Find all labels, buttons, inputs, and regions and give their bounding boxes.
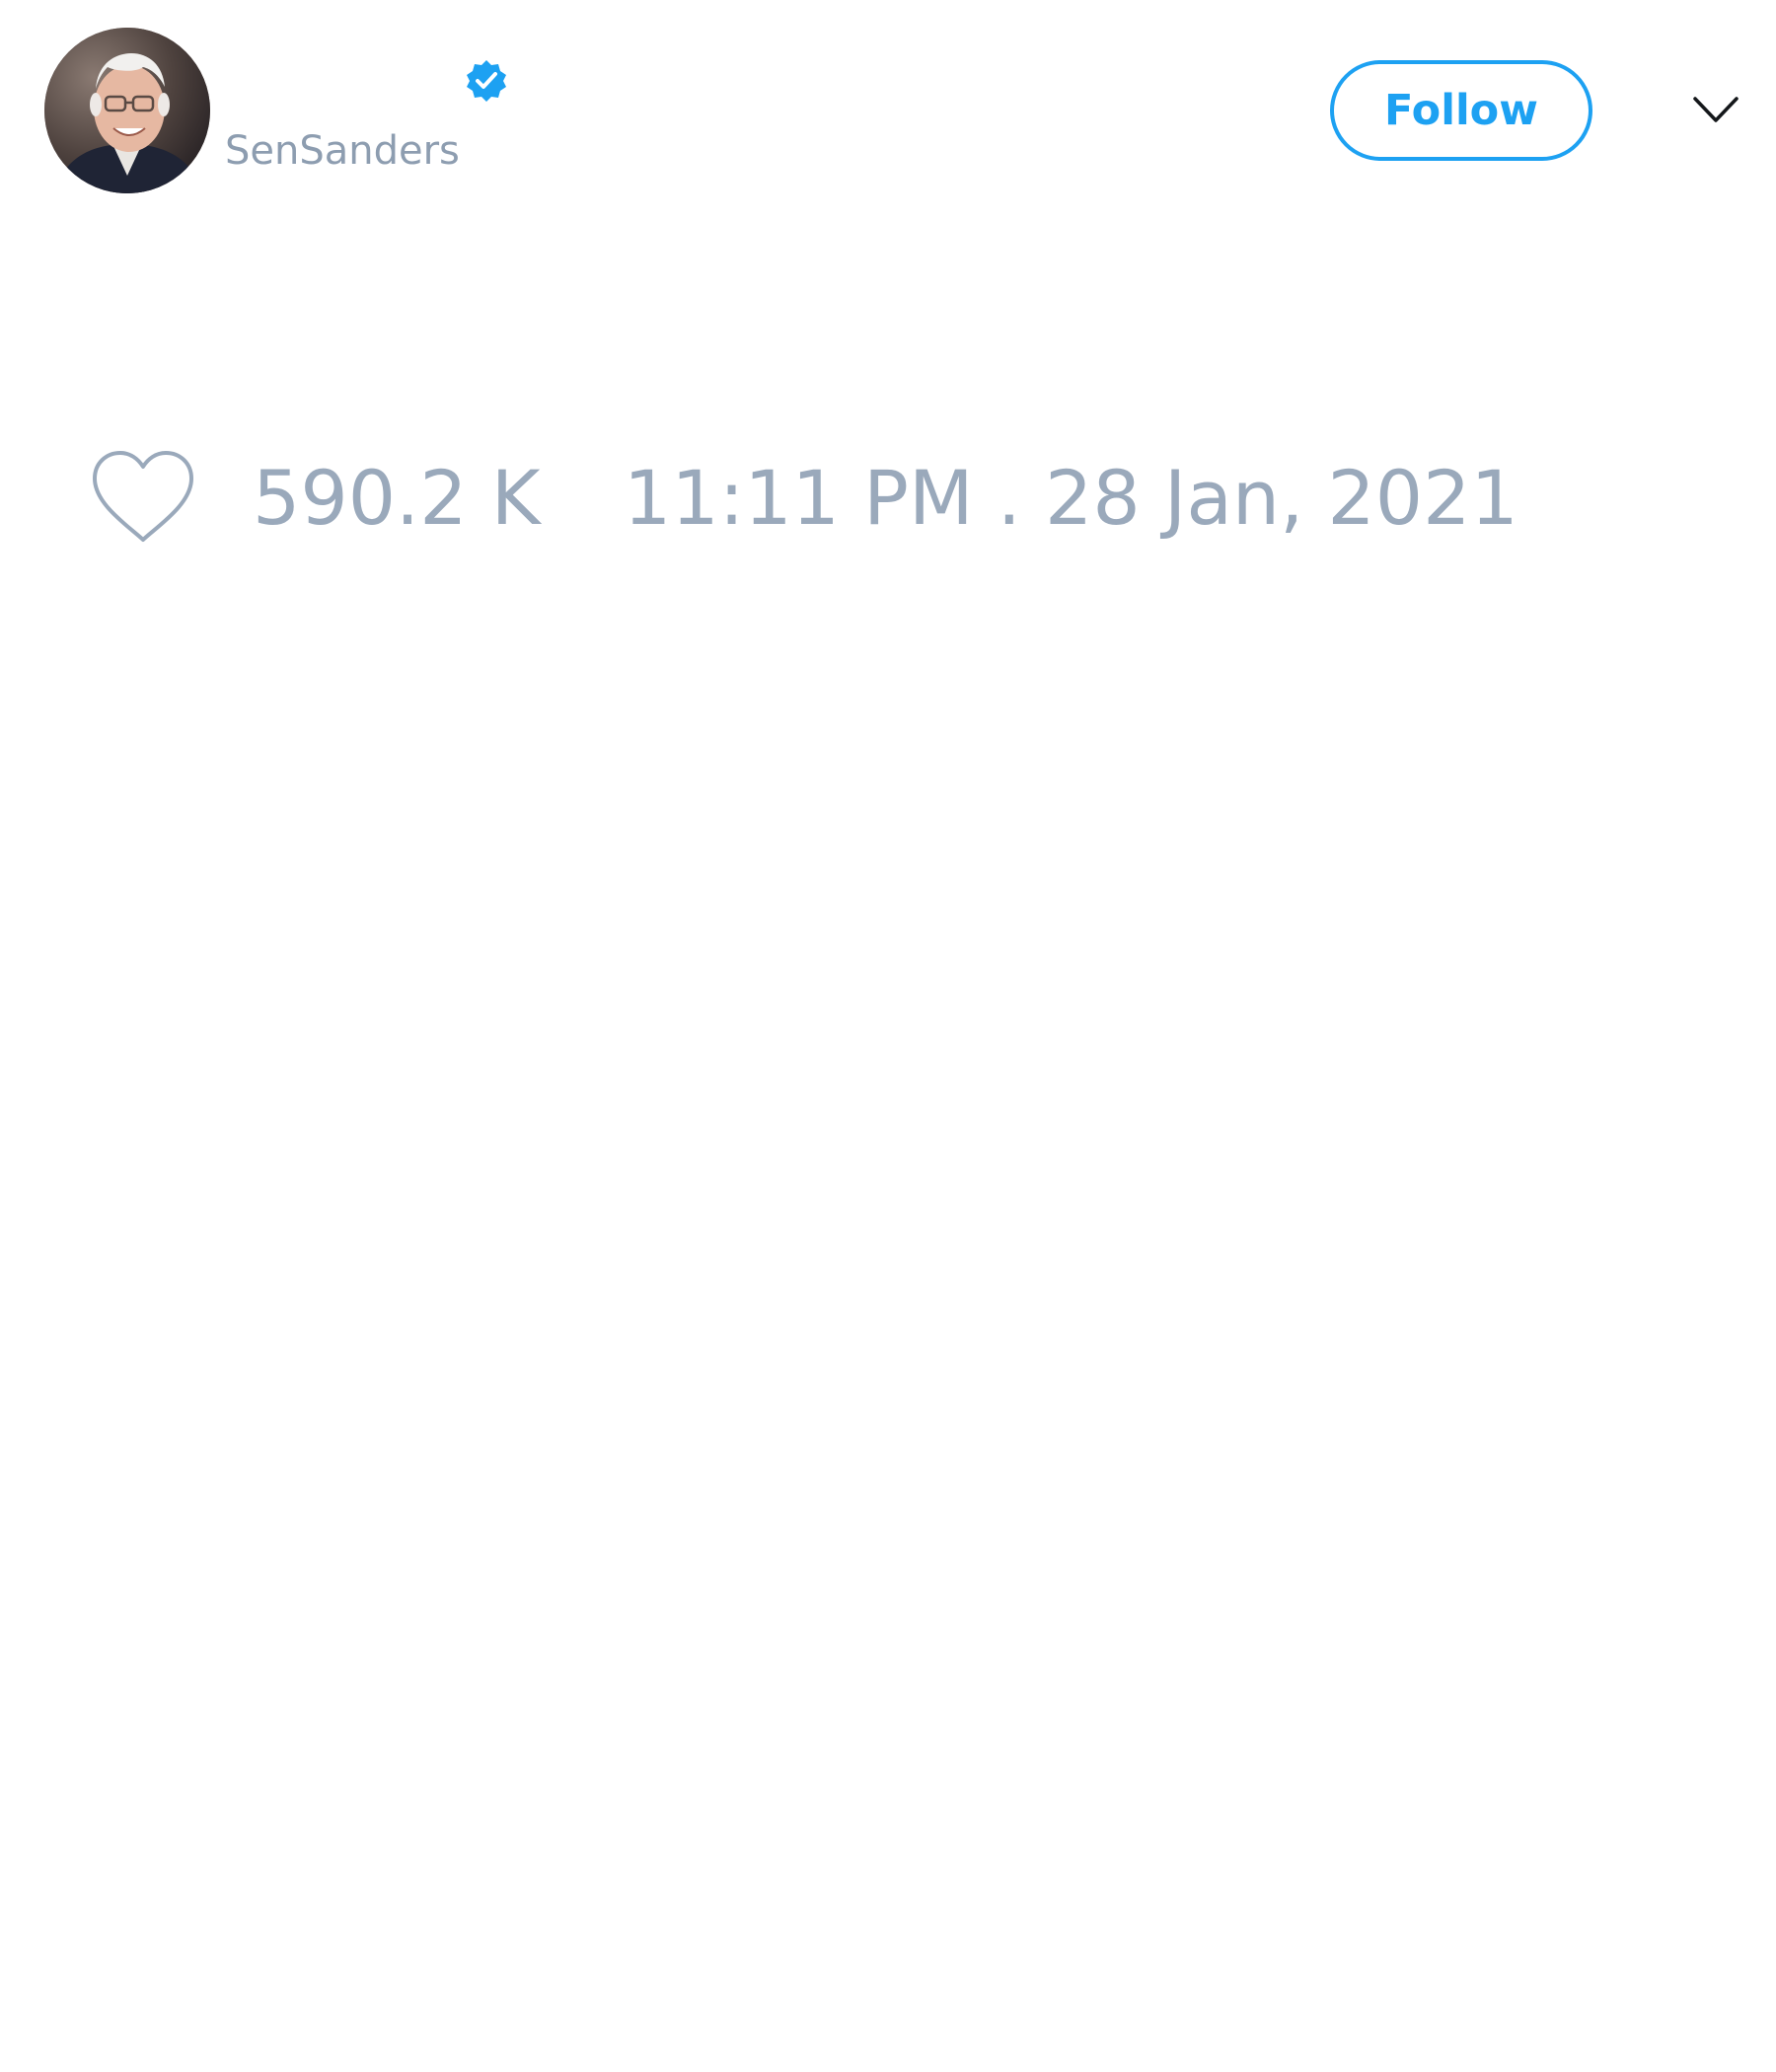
heart-outline-icon[interactable]	[89, 449, 197, 548]
profile-photo	[44, 28, 210, 193]
tweet-timestamp[interactable]: 11:11 PM . 28 Jan, 2021	[624, 454, 1518, 543]
like-count: 590.2 K	[253, 454, 541, 542]
user-handle[interactable]: SenSanders	[225, 126, 460, 176]
avatar[interactable]	[44, 28, 210, 193]
tweet-card: SenSanders Follow 590.2 K 11:11 PM . 28 …	[0, 0, 1776, 2072]
chevron-down-icon[interactable]	[1691, 91, 1740, 130]
verified-badge-icon	[464, 58, 509, 104]
follow-button[interactable]: Follow	[1330, 60, 1592, 161]
